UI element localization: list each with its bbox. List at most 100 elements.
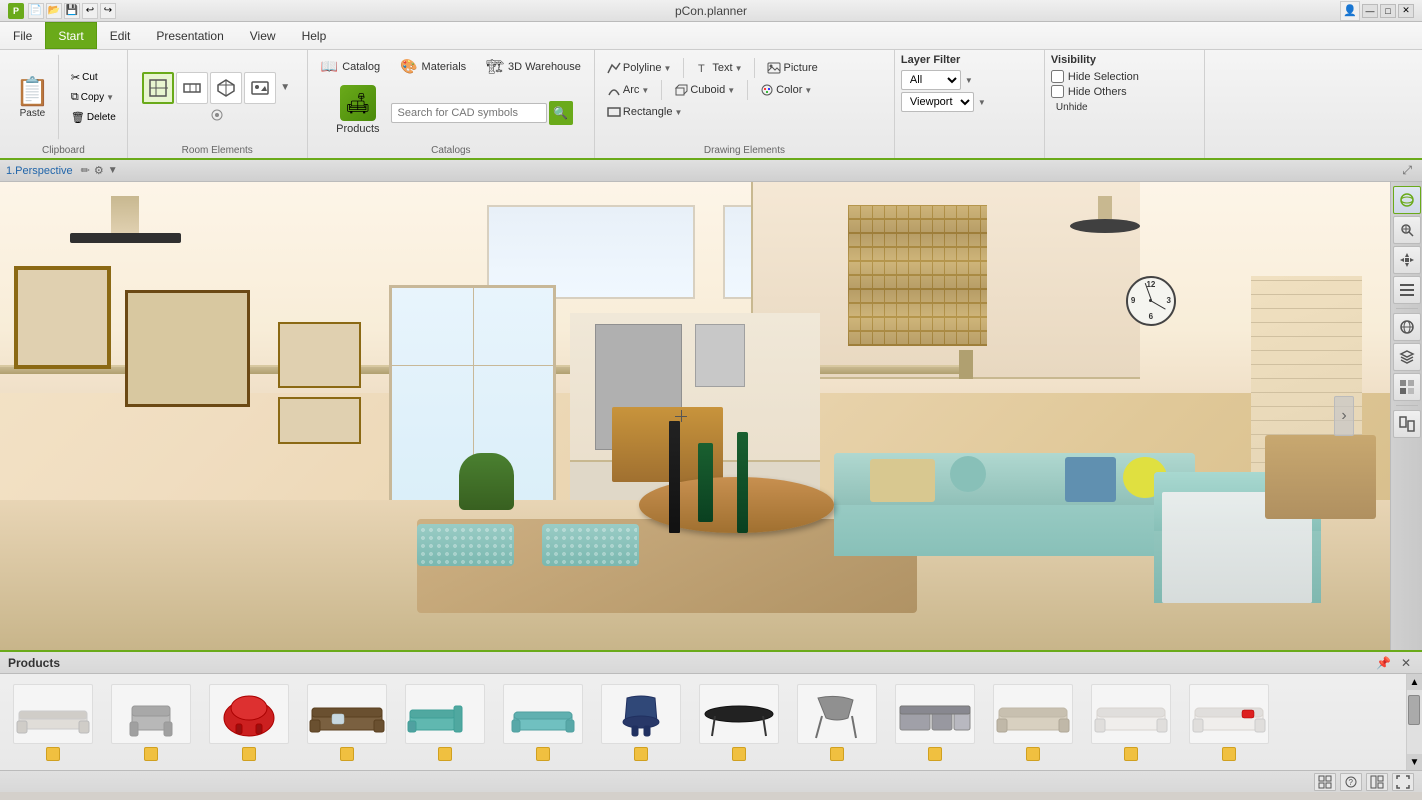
- product-item-5[interactable]: [400, 679, 490, 766]
- cut-button[interactable]: ✂ Cut: [66, 68, 121, 87]
- products-catalog-button[interactable]: 🛋 Products: [329, 82, 386, 140]
- layer-all-arrow[interactable]: ▼: [965, 76, 973, 85]
- product-item-12[interactable]: [1086, 679, 1176, 766]
- drawing-group: Polyline ▼ T Text ▼ Picture Arc: [595, 50, 895, 158]
- statusbar-help-button[interactable]: ?: [1340, 773, 1362, 791]
- hide-selection-label[interactable]: Hide Selection: [1068, 71, 1139, 83]
- viewport-scene[interactable]: 12 6 9 3 ›: [0, 182, 1390, 650]
- rectangle-button[interactable]: Rectangle ▼: [601, 102, 688, 122]
- delete-button[interactable]: 🗑 Delete: [66, 108, 121, 127]
- product-item-1[interactable]: [8, 679, 98, 766]
- product-item-7[interactable]: [596, 679, 686, 766]
- layer-viewport-arrow[interactable]: ▼: [978, 98, 986, 107]
- clipboard-group: 📋 Paste ✂ Cut ⧉ Copy ▼ 🗑 Delete Clip: [0, 50, 128, 158]
- room-3d-button[interactable]: [210, 72, 242, 104]
- rt-properties-button[interactable]: [1393, 276, 1421, 304]
- scroll-thumb[interactable]: [1408, 695, 1420, 725]
- titlebar-save-icon[interactable]: 💾: [64, 3, 80, 19]
- rt-zoom-button[interactable]: [1393, 216, 1421, 244]
- titlebar-undo-icon[interactable]: ↩: [82, 3, 98, 19]
- rt-perspective-button[interactable]: [1393, 186, 1421, 214]
- rt-move-button[interactable]: [1393, 246, 1421, 274]
- room-render-button[interactable]: [244, 72, 276, 104]
- product-item-11[interactable]: [988, 679, 1078, 766]
- minimize-button[interactable]: —: [1362, 4, 1378, 18]
- product-item-6[interactable]: [498, 679, 588, 766]
- products-panel-pin-button[interactable]: 📌: [1373, 656, 1394, 670]
- color-button[interactable]: Color ▼: [754, 80, 818, 100]
- copy-button[interactable]: ⧉ Copy ▼: [66, 88, 121, 107]
- product-star-1: [46, 747, 60, 761]
- products-scrollbar[interactable]: ▲ ▼: [1406, 674, 1422, 770]
- user-icon[interactable]: 👤: [1340, 1, 1360, 21]
- product-item-2[interactable]: [106, 679, 196, 766]
- product-item-3[interactable]: [204, 679, 294, 766]
- statusbar-layout-button[interactable]: [1366, 773, 1388, 791]
- materials-button[interactable]: 🎨 Materials: [393, 54, 473, 79]
- titlebar-redo-icon[interactable]: ↪: [100, 3, 116, 19]
- product-item-4[interactable]: [302, 679, 392, 766]
- catalog-button[interactable]: 📖 Catalog: [314, 54, 387, 79]
- products-panel-title: Products: [8, 656, 60, 670]
- picture-button[interactable]: Picture: [761, 58, 823, 78]
- perspective-edit-icon[interactable]: ✏: [81, 164, 90, 177]
- text-button[interactable]: T Text ▼: [690, 58, 748, 78]
- rt-extra-button[interactable]: [1393, 410, 1421, 438]
- menu-help[interactable]: Help: [289, 22, 340, 49]
- product-item-8[interactable]: [694, 679, 784, 766]
- polyline-button[interactable]: Polyline ▼: [601, 58, 677, 78]
- statusbar-fullscreen-button[interactable]: [1392, 773, 1414, 791]
- titlebar-new-icon[interactable]: 📄: [28, 3, 44, 19]
- scroll-up-arrow[interactable]: ▲: [1407, 674, 1422, 690]
- product-item-13[interactable]: [1184, 679, 1274, 766]
- layer-all-select[interactable]: All: [901, 70, 961, 90]
- menu-file[interactable]: File: [0, 22, 45, 49]
- cuboid-button[interactable]: Cuboid ▼: [668, 80, 741, 100]
- layer-filter-title: Layer Filter: [901, 54, 1038, 66]
- viewport-next-arrow[interactable]: ›: [1334, 396, 1354, 436]
- product-star-9: [830, 747, 844, 761]
- viewport-restore-button[interactable]: ⤢: [1398, 163, 1416, 178]
- statusbar-grid-button[interactable]: [1314, 773, 1336, 791]
- cad-search-input[interactable]: [391, 103, 547, 123]
- perspective-settings-icon[interactable]: ⚙: [94, 164, 104, 177]
- products-panel-close-button[interactable]: ✕: [1398, 656, 1414, 670]
- cad-search-button[interactable]: 🔍: [549, 101, 573, 125]
- app-title: pCon.planner: [675, 4, 747, 18]
- titlebar-open-icon[interactable]: 📂: [46, 3, 62, 19]
- scroll-track[interactable]: [1407, 690, 1422, 754]
- paste-button[interactable]: 📋 Paste: [6, 54, 59, 140]
- menu-start[interactable]: Start: [45, 22, 96, 49]
- product-star-3: [242, 747, 256, 761]
- close-button[interactable]: ✕: [1398, 4, 1414, 18]
- room-expand-button[interactable]: ▼: [278, 80, 292, 95]
- arc-button[interactable]: Arc ▼: [601, 80, 655, 100]
- rt-material-button[interactable]: [1393, 373, 1421, 401]
- layer-viewport-select[interactable]: Viewport: [901, 92, 974, 112]
- menu-view[interactable]: View: [237, 22, 289, 49]
- room-settings-icon[interactable]: [209, 107, 225, 123]
- rt-layers-button[interactable]: [1393, 343, 1421, 371]
- room-wall-button[interactable]: [176, 72, 208, 104]
- titlebar: P 📄 📂 💾 ↩ ↪ pCon.planner 👤 — □ ✕: [0, 0, 1422, 22]
- menu-presentation[interactable]: Presentation: [143, 22, 236, 49]
- restore-button[interactable]: □: [1380, 4, 1396, 18]
- hide-others-checkbox[interactable]: [1051, 85, 1064, 98]
- visibility-title: Visibility: [1051, 54, 1198, 66]
- product-item-10[interactable]: [890, 679, 980, 766]
- perspective-tab[interactable]: 1.Perspective: [6, 165, 73, 177]
- menu-edit[interactable]: Edit: [97, 22, 144, 49]
- right-toolbar: [1390, 182, 1422, 650]
- unhide-button[interactable]: Unhide: [1051, 100, 1093, 115]
- hide-selection-checkbox[interactable]: [1051, 70, 1064, 83]
- product-item-9[interactable]: [792, 679, 882, 766]
- room-floor-button[interactable]: [142, 72, 174, 104]
- warehouse-button[interactable]: 🏗 3D Warehouse: [479, 54, 588, 79]
- catalogs-group: 📖 Catalog 🎨 Materials 🏗 3D Warehouse 🛋 P…: [308, 50, 595, 158]
- product-star-4: [340, 747, 354, 761]
- scroll-down-arrow[interactable]: ▼: [1407, 754, 1422, 770]
- catalogs-label: Catalogs: [308, 143, 594, 156]
- hide-others-label[interactable]: Hide Others: [1068, 86, 1127, 98]
- perspective-arrow-icon[interactable]: ▼: [108, 165, 118, 176]
- rt-globe-button[interactable]: [1393, 313, 1421, 341]
